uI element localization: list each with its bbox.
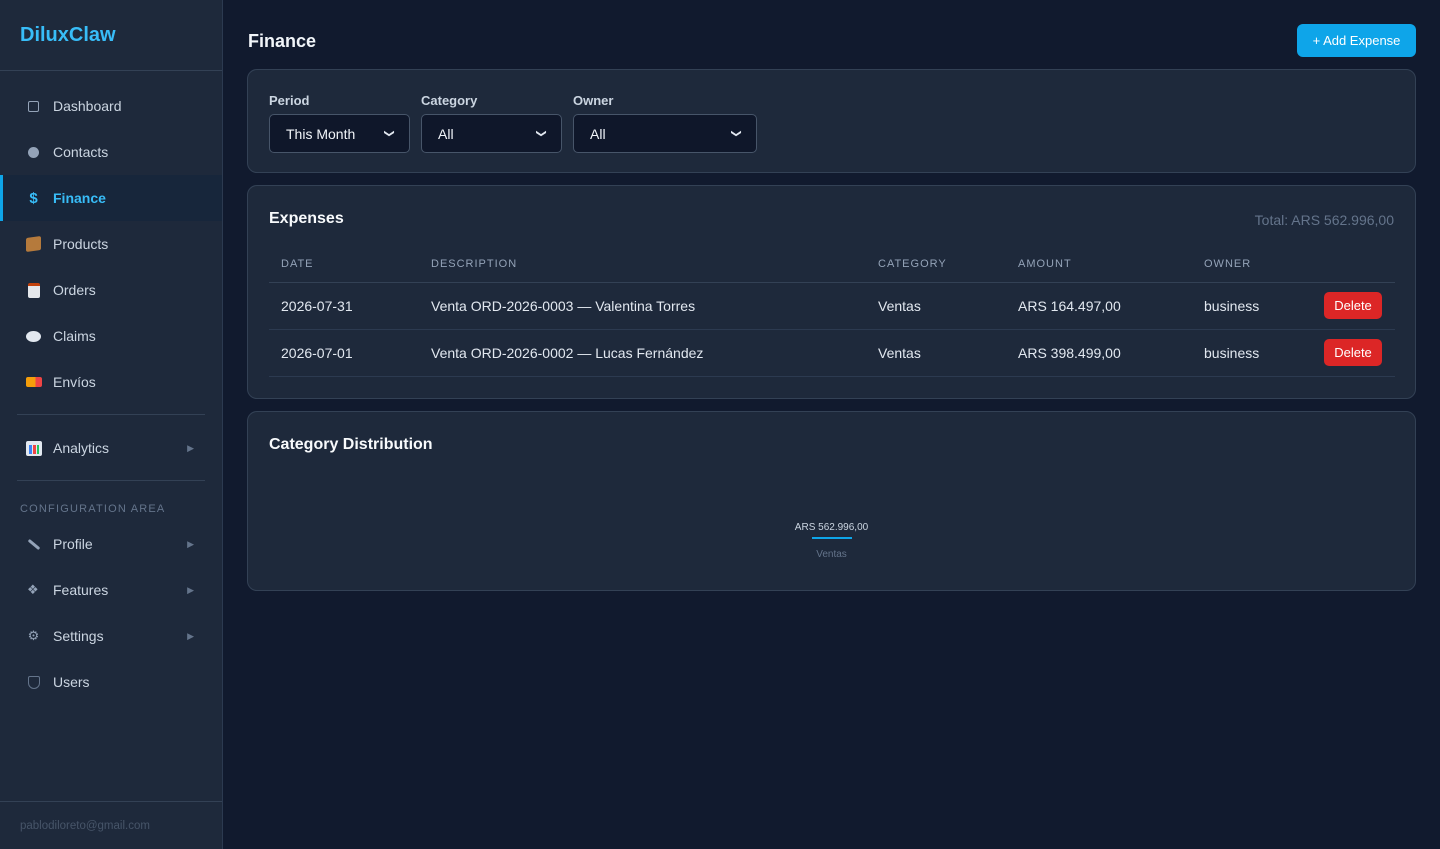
table-row: 2026-07-31 Venta ORD-2026-0003 — Valenti… xyxy=(269,282,1395,330)
column-header: DESCRIPTION xyxy=(419,246,866,283)
cell-description: Venta ORD-2026-0002 — Lucas Fernández xyxy=(419,329,866,377)
expenses-table: DATE DESCRIPTION CATEGORY AMOUNT OWNER 2… xyxy=(269,246,1395,377)
sidebar-item-label: Products xyxy=(53,236,109,252)
cell-actions: Delete xyxy=(1312,329,1395,377)
period-label: Period xyxy=(269,93,310,108)
bar-chart-icon xyxy=(25,440,42,457)
dollar-icon: $ xyxy=(29,189,38,207)
sidebar-item-users[interactable]: Users xyxy=(0,659,222,705)
sidebar-item-label: Features xyxy=(53,582,109,598)
sidebar-item-orders[interactable]: Orders xyxy=(0,267,222,313)
expenses-total: Total: ARS 562.996,00 xyxy=(1254,212,1394,228)
cell-actions: Delete xyxy=(1312,282,1395,330)
column-header: DATE xyxy=(269,246,419,283)
distribution-chart: ARS 562.996,00 Ventas xyxy=(248,522,1415,560)
cell-category: Ventas xyxy=(866,329,1006,377)
truck-icon xyxy=(25,374,42,391)
dashboard-icon xyxy=(25,98,42,115)
sidebar-item-label: Users xyxy=(53,674,90,690)
delete-button[interactable]: Delete xyxy=(1324,292,1382,319)
owner-select[interactable]: All ❯ xyxy=(573,114,757,153)
user-email: pablodiloreto@gmail.com xyxy=(0,801,222,849)
distribution-bar xyxy=(811,537,852,539)
features-icon xyxy=(25,582,42,599)
sidebar-divider xyxy=(17,414,205,415)
expenses-title: Expenses xyxy=(269,210,344,227)
config-section-label: CONFIGURATION AREA xyxy=(20,503,166,515)
cell-date: 2026-07-31 xyxy=(269,282,419,330)
sidebar-item-label: Envíos xyxy=(53,374,96,390)
filters-card: Period This Month ❯ Category All ❯ Owner… xyxy=(247,69,1416,173)
column-header: AMOUNT xyxy=(1006,246,1192,283)
sidebar-item-label: Claims xyxy=(53,328,96,344)
cell-amount: ARS 398.499,00 xyxy=(1006,329,1192,377)
page-title: Finance xyxy=(248,31,317,51)
period-value: This Month xyxy=(286,125,356,142)
chevron-down-icon: ❯ xyxy=(730,129,742,138)
cell-owner: business xyxy=(1192,329,1312,377)
sidebar-item-label: Orders xyxy=(53,282,96,298)
cell-owner: business xyxy=(1192,282,1312,330)
expand-arrow-icon: ▶ xyxy=(187,584,194,595)
sidebar-item-settings[interactable]: ⚙ Settings ▶ xyxy=(0,613,222,659)
shield-icon xyxy=(25,674,42,691)
add-expense-button[interactable]: + Add Expense xyxy=(1297,24,1416,57)
sidebar-item-contacts[interactable]: Contacts xyxy=(0,129,222,175)
sidebar-nav: Dashboard Contacts $ Finance Products Or… xyxy=(0,71,222,705)
speech-bubble-icon xyxy=(25,328,42,345)
period-select[interactable]: This Month ❯ xyxy=(269,114,410,153)
clipboard-icon xyxy=(25,282,42,299)
expand-arrow-icon: ▶ xyxy=(187,538,194,549)
category-distribution-card: Category Distribution ARS 562.996,00 Ven… xyxy=(247,411,1416,591)
sidebar-item-analytics[interactable]: Analytics ▶ xyxy=(0,425,222,471)
cell-description: Venta ORD-2026-0003 — Valentina Torres xyxy=(419,282,866,330)
period-filter: Period This Month ❯ xyxy=(269,93,410,153)
sidebar-item-finance[interactable]: $ Finance xyxy=(0,175,222,221)
main-content: Finance + Add Expense Period This Month … xyxy=(223,0,1440,849)
expenses-card: Expenses Total: ARS 562.996,00 DATE DESC… xyxy=(247,185,1416,399)
owner-label: Owner xyxy=(573,93,614,108)
sidebar-item-label: Contacts xyxy=(53,144,109,160)
cell-date: 2026-07-01 xyxy=(269,329,419,377)
sidebar-item-claims[interactable]: Claims xyxy=(0,313,222,359)
sidebar-item-profile[interactable]: Profile ▶ xyxy=(0,521,222,567)
category-filter: Category All ❯ xyxy=(421,93,562,153)
sidebar-item-label: Analytics xyxy=(53,440,110,456)
distribution-value-label: ARS 562.996,00 xyxy=(794,522,869,533)
sidebar-item-label: Finance xyxy=(53,190,106,206)
distribution-category-label: Ventas xyxy=(816,549,847,560)
sidebar-item-envios[interactable]: Envíos xyxy=(0,359,222,405)
gear-icon: ⚙ xyxy=(27,628,40,643)
sidebar-item-label: Settings xyxy=(53,628,104,644)
table-row: 2026-07-01 Venta ORD-2026-0002 — Lucas F… xyxy=(269,329,1395,377)
brand-logo[interactable]: DiluxClaw xyxy=(0,0,222,71)
contacts-icon xyxy=(25,144,42,161)
category-select[interactable]: All ❯ xyxy=(421,114,562,153)
category-value: All xyxy=(438,125,454,142)
column-header-actions xyxy=(1312,246,1395,283)
cell-category: Ventas xyxy=(866,282,1006,330)
chevron-down-icon: ❯ xyxy=(535,129,547,138)
sidebar-item-label: Dashboard xyxy=(53,98,122,114)
pencil-icon xyxy=(25,536,42,553)
table-header-row: DATE DESCRIPTION CATEGORY AMOUNT OWNER xyxy=(269,246,1395,283)
expand-arrow-icon: ▶ xyxy=(187,442,194,453)
owner-value: All xyxy=(590,125,606,142)
distribution-title: Category Distribution xyxy=(269,436,433,453)
sidebar-item-products[interactable]: Products xyxy=(0,221,222,267)
package-icon xyxy=(25,235,42,253)
column-header: OWNER xyxy=(1192,246,1312,283)
sidebar-item-features[interactable]: Features ▶ xyxy=(0,567,222,613)
owner-filter: Owner All ❯ xyxy=(573,93,757,153)
column-header: CATEGORY xyxy=(866,246,1006,283)
sidebar-item-dashboard[interactable]: Dashboard xyxy=(0,83,222,129)
sidebar-item-label: Profile xyxy=(53,536,93,552)
sidebar: DiluxClaw Dashboard Contacts $ Finance P… xyxy=(0,0,223,849)
expand-arrow-icon: ▶ xyxy=(187,630,194,641)
delete-button[interactable]: Delete xyxy=(1324,339,1382,366)
chevron-down-icon: ❯ xyxy=(383,129,395,138)
cell-amount: ARS 164.497,00 xyxy=(1006,282,1192,330)
sidebar-divider xyxy=(17,480,205,481)
category-label: Category xyxy=(421,93,478,108)
